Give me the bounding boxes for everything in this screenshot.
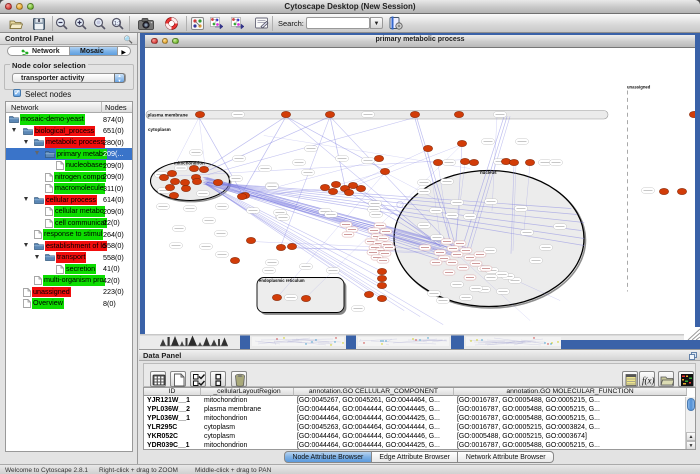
svg-text:cytoplasm: cytoplasm — [148, 127, 171, 132]
svg-text:unassigned: unassigned — [627, 84, 651, 89]
svg-text:plasma membrane: plasma membrane — [148, 112, 189, 117]
svg-text:endoplasmic reticulum: endoplasmic reticulum — [259, 278, 305, 283]
svg-text:nucleus: nucleus — [480, 170, 497, 175]
svg-text:1:1: 1:1 — [114, 21, 121, 27]
svg-text:mitochondrion: mitochondrion — [174, 160, 205, 165]
svg-text:f(x): f(x) — [642, 375, 655, 385]
